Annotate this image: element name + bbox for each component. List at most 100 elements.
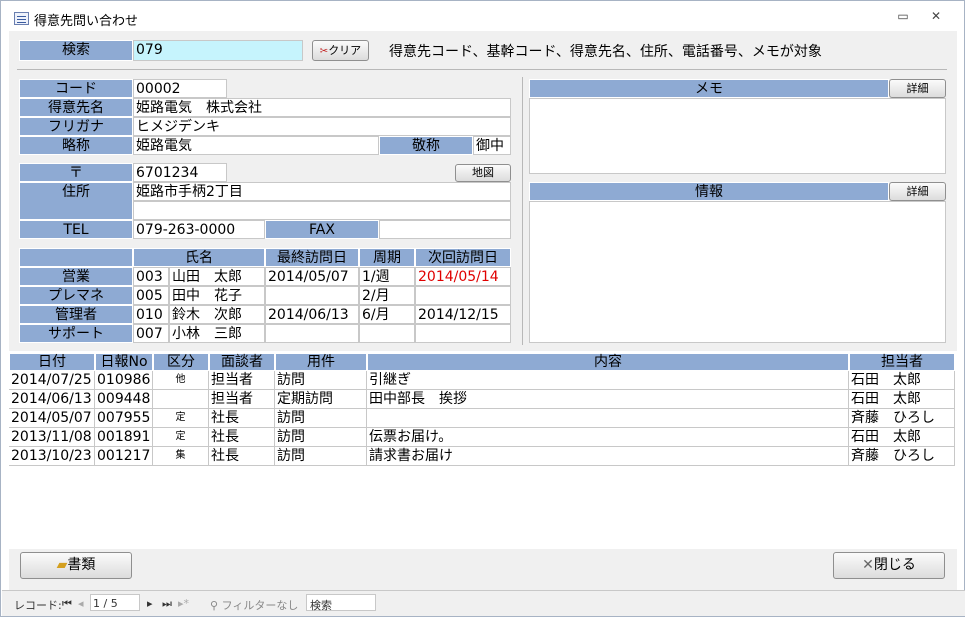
cell-kubun: 定	[153, 409, 209, 428]
cell-no: 001217	[95, 447, 153, 466]
staff-name[interactable]: 田中 花子	[169, 286, 265, 305]
close-icon[interactable]: ✕	[927, 9, 945, 23]
prev-record-icon[interactable]: ◂	[78, 597, 84, 610]
last-record-icon[interactable]: ⏭	[162, 597, 172, 611]
documents-button[interactable]: ▰書類	[20, 552, 132, 579]
cell-content: 請求書お届け	[367, 447, 849, 466]
staff-next-visit[interactable]	[415, 324, 511, 343]
staff-header-4: 次回訪問日	[415, 248, 511, 267]
staff-last-visit[interactable]	[265, 286, 359, 305]
staff-code[interactable]: 007	[133, 324, 169, 343]
staff-next-visit[interactable]: 2014/12/15	[415, 305, 511, 324]
staff-cycle[interactable]: 1/週	[359, 267, 415, 286]
cell-content: 田中部長 挨拶	[367, 390, 849, 409]
tel-field[interactable]: 079-263-0000	[133, 220, 265, 239]
search-input[interactable]: 079	[133, 40, 303, 61]
close-button[interactable]: ✕閉じる	[833, 552, 945, 579]
cell-content: 引継ぎ	[367, 371, 849, 390]
staff-name[interactable]: 鈴木 次郎	[169, 305, 265, 324]
staff-header-1: 氏名	[133, 248, 265, 267]
first-record-icon[interactable]: ⏮	[62, 597, 72, 611]
staff-last-visit[interactable]: 2014/06/13	[265, 305, 359, 324]
cell-person: 社長	[209, 428, 275, 447]
visits-header-6[interactable]: 担当者	[849, 353, 955, 371]
table-row[interactable]: 2013/11/08 001891 定社長 訪問 伝票お届け。 石田 太郎	[9, 428, 957, 447]
table-row[interactable]: 2014/07/25 010986 他担当者 訪問 引継ぎ 石田 太郎	[9, 371, 957, 390]
table-row[interactable]: 2013/10/23 001217 集社長 訪問 請求書お届け 斉藤 ひろし	[9, 447, 957, 466]
visits-header-2[interactable]: 区分	[153, 353, 209, 371]
record-navigator: レコード: ⏮ ◂ 1 / 5 ▸ ⏭ ▸* ⚲ フィルターなし 検索	[2, 590, 965, 616]
folder-icon: ▰	[56, 557, 68, 573]
map-button[interactable]: 地図	[455, 164, 511, 182]
cell-kubun: 他	[153, 371, 209, 390]
visits-header-5[interactable]: 内容	[367, 353, 849, 371]
info-label: 情報	[529, 182, 889, 201]
staff-code[interactable]: 010	[133, 305, 169, 324]
info-detail-button[interactable]: 詳細	[889, 182, 946, 201]
staff-name[interactable]: 小林 三郎	[169, 324, 265, 343]
clear-icon: ✂	[319, 46, 329, 57]
short-name-field[interactable]: 姫路電気	[133, 136, 379, 155]
divider-vertical	[522, 77, 523, 345]
cell-staff: 石田 太郎	[849, 428, 955, 447]
cell-kubun: 集	[153, 447, 209, 466]
staff-cycle[interactable]: 2/月	[359, 286, 415, 305]
info-field[interactable]	[529, 201, 946, 343]
window-title: 得意先問い合わせ	[34, 14, 139, 29]
next-record-icon[interactable]: ▸	[147, 597, 153, 610]
code-field[interactable]: 00002	[133, 79, 227, 98]
name-field[interactable]: 姫路電気 株式会社	[133, 98, 511, 117]
cell-purpose: 訪問	[275, 371, 367, 390]
staff-cycle[interactable]	[359, 324, 415, 343]
staff-next-visit[interactable]	[415, 286, 511, 305]
table-row[interactable]: 2014/06/13 009448 担当者 定期訪問 田中部長 挨拶 石田 太郎	[9, 390, 957, 409]
staff-code[interactable]: 005	[133, 286, 169, 305]
minimize-icon[interactable]: ▭	[894, 9, 912, 23]
cell-person: 担当者	[209, 390, 275, 409]
staff-role: 管理者	[19, 305, 133, 324]
visits-header-4[interactable]: 用件	[275, 353, 367, 371]
visits-header-0[interactable]: 日付	[9, 353, 95, 371]
visits-header-3[interactable]: 面談者	[209, 353, 275, 371]
record-number-field[interactable]: 1 / 5	[90, 594, 140, 611]
code-label: コード	[19, 79, 133, 98]
staff-last-visit[interactable]	[265, 324, 359, 343]
record-search-input[interactable]: 検索	[306, 594, 376, 612]
zip-field[interactable]: 6701234	[133, 163, 227, 182]
table-row[interactable]: 2014/05/07 007955 定社長 訪問 斉藤 ひろし	[9, 409, 957, 428]
staff-header-0	[19, 248, 133, 267]
cell-purpose: 訪問	[275, 409, 367, 428]
cell-content	[367, 409, 849, 428]
short-name-label: 略称	[19, 136, 133, 155]
new-record-icon[interactable]: ▸*	[178, 597, 189, 610]
clear-button[interactable]: ✂クリア	[312, 40, 369, 61]
cell-purpose: 訪問	[275, 447, 367, 466]
address-field[interactable]: 姫路市手柄2丁目	[133, 182, 511, 201]
form-window: 得意先問い合わせ ▭ ✕ 検索 079 ✂クリア 得意先コード、基幹コード、得意…	[0, 0, 965, 617]
cell-person: 社長	[209, 447, 275, 466]
cell-staff: 斉藤 ひろし	[849, 409, 955, 428]
fax-field[interactable]	[379, 220, 511, 239]
staff-last-visit[interactable]: 2014/05/07	[265, 267, 359, 286]
memo-detail-button[interactable]: 詳細	[889, 79, 946, 98]
honorific-label: 敬称	[379, 136, 473, 155]
search-label: 検索	[19, 40, 133, 61]
address-field-2[interactable]	[133, 201, 511, 220]
visits-header-1[interactable]: 日報No	[95, 353, 153, 371]
form-icon	[14, 12, 29, 25]
cell-no: 007955	[95, 409, 153, 428]
cell-no: 010986	[95, 371, 153, 390]
cell-date: 2014/06/13	[9, 390, 95, 409]
staff-cycle[interactable]: 6/月	[359, 305, 415, 324]
no-filter-indicator[interactable]: ⚲ フィルターなし	[210, 597, 298, 613]
cell-no: 001891	[95, 428, 153, 447]
staff-code[interactable]: 003	[133, 267, 169, 286]
memo-field[interactable]	[529, 98, 946, 174]
memo-label: メモ	[529, 79, 889, 98]
cell-kubun: 定	[153, 428, 209, 447]
honorific-field[interactable]: 御中	[473, 136, 511, 155]
cell-person: 社長	[209, 409, 275, 428]
staff-next-visit[interactable]: 2014/05/14	[415, 267, 511, 286]
kana-field[interactable]: ヒメジデンキ	[133, 117, 511, 136]
staff-name[interactable]: 山田 太郎	[169, 267, 265, 286]
